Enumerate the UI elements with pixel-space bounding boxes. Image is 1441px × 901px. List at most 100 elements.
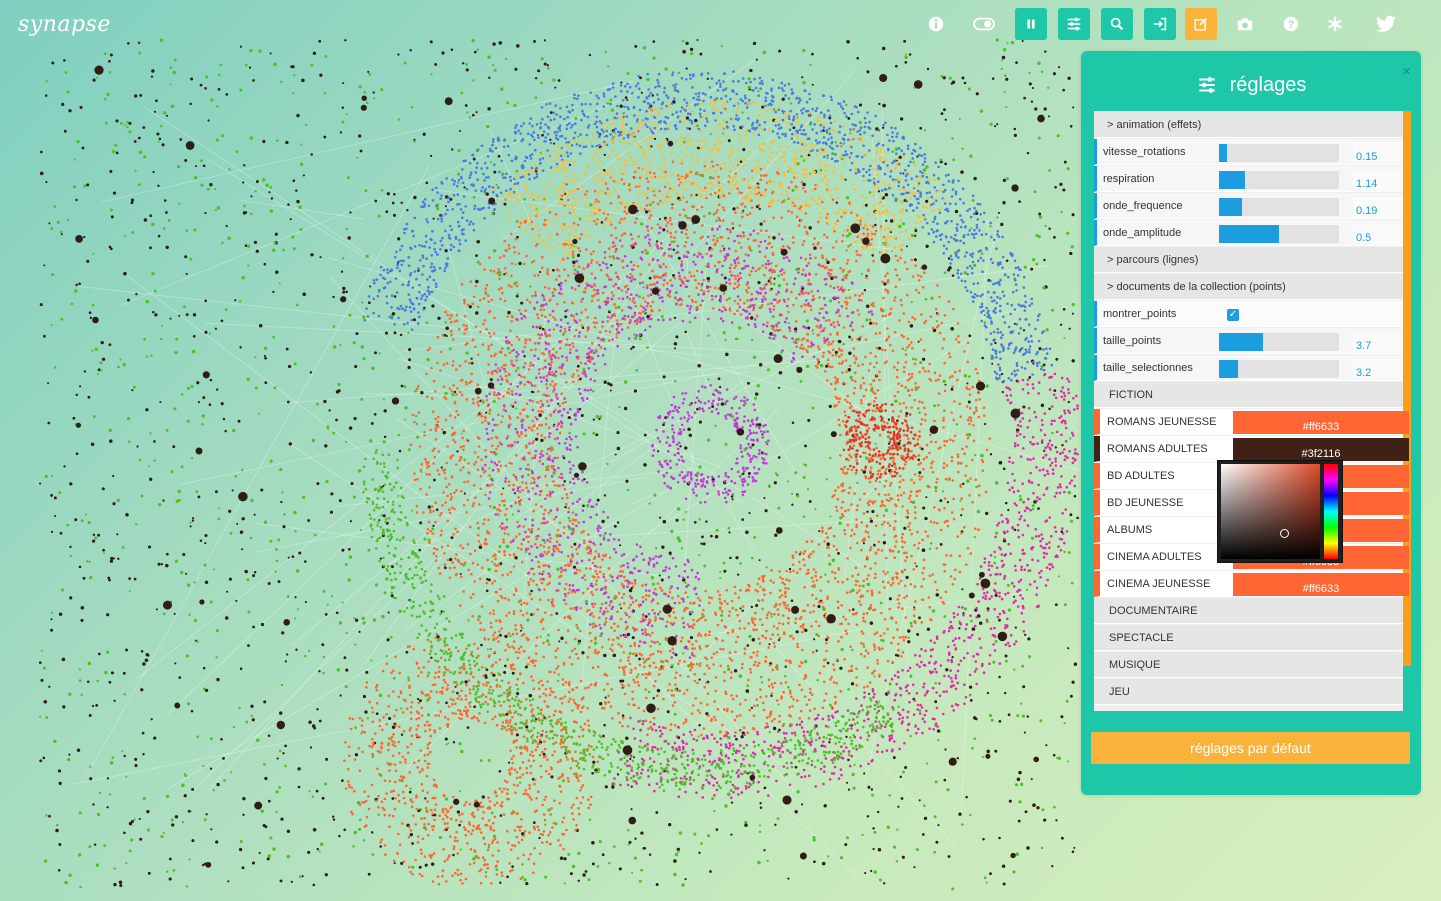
data-point <box>504 353 507 357</box>
data-point <box>941 600 944 604</box>
data-point <box>609 263 613 267</box>
data-point <box>858 294 861 298</box>
data-point <box>709 719 713 722</box>
data-point <box>751 726 755 730</box>
data-point <box>274 570 277 573</box>
data-point <box>244 569 248 574</box>
data-point <box>462 503 466 507</box>
data-point <box>96 812 101 817</box>
data-point <box>580 414 584 417</box>
data-point <box>752 663 756 667</box>
data-point <box>132 385 136 389</box>
data-point <box>529 348 533 352</box>
data-point <box>457 181 460 184</box>
data-point <box>558 404 561 408</box>
data-point <box>645 177 649 180</box>
data-point <box>811 329 814 332</box>
data-point <box>1000 222 1004 227</box>
data-point <box>803 659 808 664</box>
data-point <box>89 316 93 320</box>
data-point <box>869 621 874 625</box>
data-point <box>1020 702 1023 705</box>
data-point <box>662 375 666 379</box>
data-point <box>998 720 1002 723</box>
data-point <box>354 726 358 730</box>
data-point <box>582 873 586 877</box>
data-point <box>970 227 973 230</box>
data-point <box>915 848 919 852</box>
data-point <box>443 552 446 555</box>
data-point <box>943 506 946 510</box>
data-point <box>475 311 479 315</box>
data-point <box>740 735 744 739</box>
data-point <box>697 735 700 738</box>
data-point <box>293 362 297 366</box>
data-point <box>294 529 297 533</box>
data-point <box>460 749 464 754</box>
data-point <box>436 469 440 472</box>
data-point <box>958 554 962 558</box>
data-point <box>425 473 429 476</box>
data-point <box>630 668 633 672</box>
data-point <box>692 623 696 626</box>
data-point <box>433 455 437 459</box>
data-point <box>83 184 87 188</box>
data-point <box>180 393 184 396</box>
data-point <box>240 468 244 472</box>
data-point <box>157 140 160 143</box>
data-point <box>367 70 370 73</box>
data-point <box>439 369 442 372</box>
data-point <box>417 269 420 272</box>
data-point <box>883 282 887 286</box>
data-point <box>826 536 829 539</box>
data-point <box>385 577 389 581</box>
data-point <box>51 273 55 277</box>
data-point <box>515 733 519 737</box>
data-point <box>496 444 500 448</box>
data-point <box>547 808 551 812</box>
data-point <box>343 828 346 832</box>
data-point <box>106 806 109 809</box>
data-point <box>721 244 724 248</box>
data-point <box>703 564 707 568</box>
data-point <box>560 392 564 396</box>
data-point <box>294 617 297 620</box>
data-point <box>39 715 42 718</box>
data-point <box>924 413 927 416</box>
data-point <box>543 541 547 544</box>
data-point <box>81 146 85 150</box>
data-point <box>686 236 689 239</box>
data-point <box>386 192 390 196</box>
data-point <box>51 475 54 478</box>
data-point <box>648 244 652 247</box>
data-point <box>130 201 134 205</box>
data-point <box>913 317 917 321</box>
data-point <box>923 348 926 352</box>
data-point <box>921 401 924 404</box>
data-point <box>769 276 773 280</box>
data-point <box>116 533 119 536</box>
data-point <box>1056 756 1059 760</box>
data-point <box>108 70 112 74</box>
data-point <box>534 77 538 80</box>
data-point <box>834 695 837 699</box>
data-point <box>350 482 354 486</box>
data-point <box>776 473 779 477</box>
data-point <box>674 616 677 620</box>
data-point <box>338 834 341 838</box>
data-point <box>1028 376 1032 379</box>
data-point <box>97 533 101 537</box>
data-point <box>465 438 469 442</box>
data-point <box>426 466 429 469</box>
data-point <box>777 386 781 389</box>
data-point <box>691 643 694 646</box>
data-point <box>44 94 48 97</box>
data-point <box>546 64 550 67</box>
data-point <box>374 199 378 203</box>
data-point <box>554 318 557 321</box>
data-point <box>950 411 953 414</box>
data-point <box>802 48 806 53</box>
data-point <box>1034 107 1038 111</box>
data-point <box>633 582 637 585</box>
data-point <box>878 700 881 703</box>
